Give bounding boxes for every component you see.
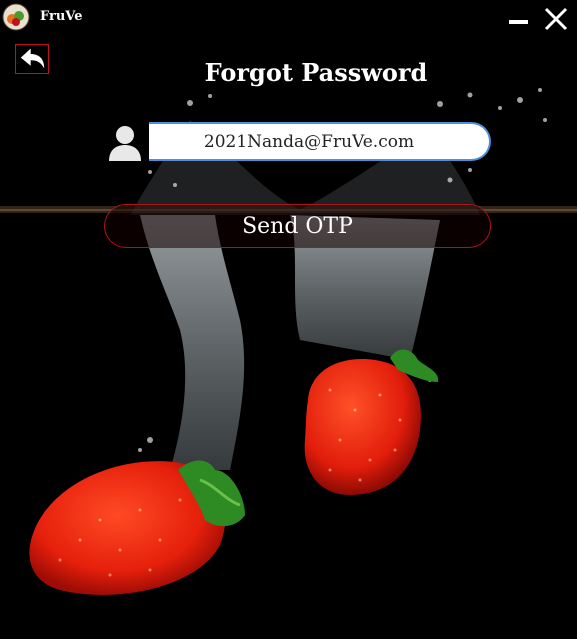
email-field[interactable] [149, 122, 491, 161]
background-image [0, 0, 577, 639]
send-otp-button[interactable]: Send OTP [104, 204, 491, 248]
title-bar: FruVe [0, 0, 577, 36]
user-icon [109, 126, 141, 161]
app-name: FruVe [40, 9, 83, 24]
minimize-button[interactable] [506, 6, 532, 32]
close-icon [544, 7, 568, 31]
fruve-logo-icon [2, 3, 30, 31]
page-title: Forgot Password [204, 58, 428, 87]
close-button[interactable] [543, 6, 569, 32]
minimize-icon [509, 20, 528, 24]
